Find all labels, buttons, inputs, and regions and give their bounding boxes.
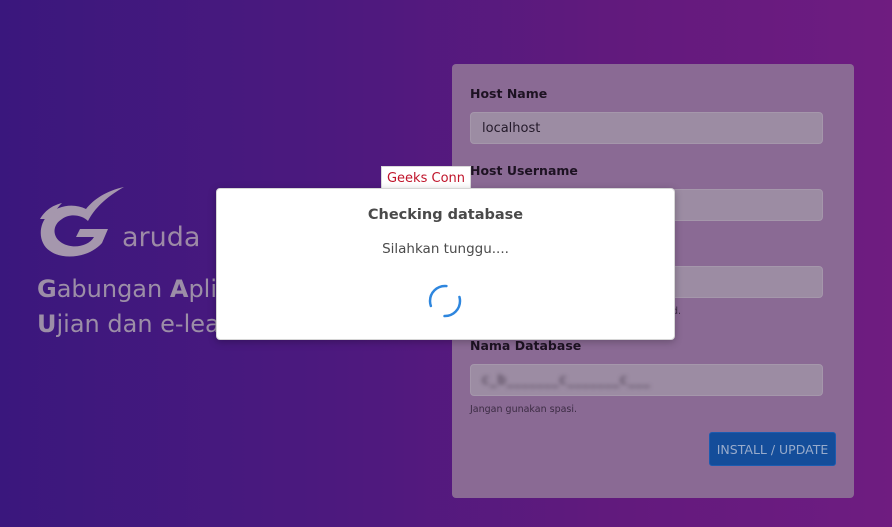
brand-tagline: Gabungan Aplik Ujian dan e-lear	[37, 272, 231, 342]
brand-name: aruda	[122, 222, 201, 253]
host-username-label: Host Username	[470, 163, 578, 178]
tagline-line-2: Ujian dan e-lear	[37, 307, 231, 342]
modal-message: Silahkan tunggu....	[382, 241, 509, 257]
modal-title: Checking database	[367, 207, 524, 223]
loading-spinner-icon	[428, 284, 462, 318]
db-name-label: Nama Database	[470, 338, 582, 353]
brand-logo: aruda	[36, 185, 200, 259]
tagline-segment: A	[169, 275, 189, 303]
host-name-input[interactable]: localhost	[470, 112, 823, 144]
tagline-segment: G	[37, 275, 57, 303]
tagline-segment: U	[37, 310, 57, 338]
tagline-segment: abungan	[56, 275, 170, 303]
garuda-logo-icon	[40, 187, 124, 257]
db-name-input[interactable]: c_b_______c_______c___	[470, 364, 823, 396]
checking-database-modal: Checking database Silahkan tunggu....	[216, 188, 675, 340]
db-name-value: c_b_______c_______c___	[482, 373, 651, 388]
host-name-label: Host Name	[470, 86, 548, 101]
geeks-conn-tooltip: Geeks Conn	[381, 166, 471, 190]
install-update-button[interactable]: INSTALL / UPDATE	[709, 432, 836, 466]
tagline-segment: jian dan e-lear	[56, 310, 230, 338]
tagline-line-1: Gabungan Aplik	[37, 272, 231, 307]
db-name-hint: Jangan gunakan spasi.	[470, 404, 578, 415]
